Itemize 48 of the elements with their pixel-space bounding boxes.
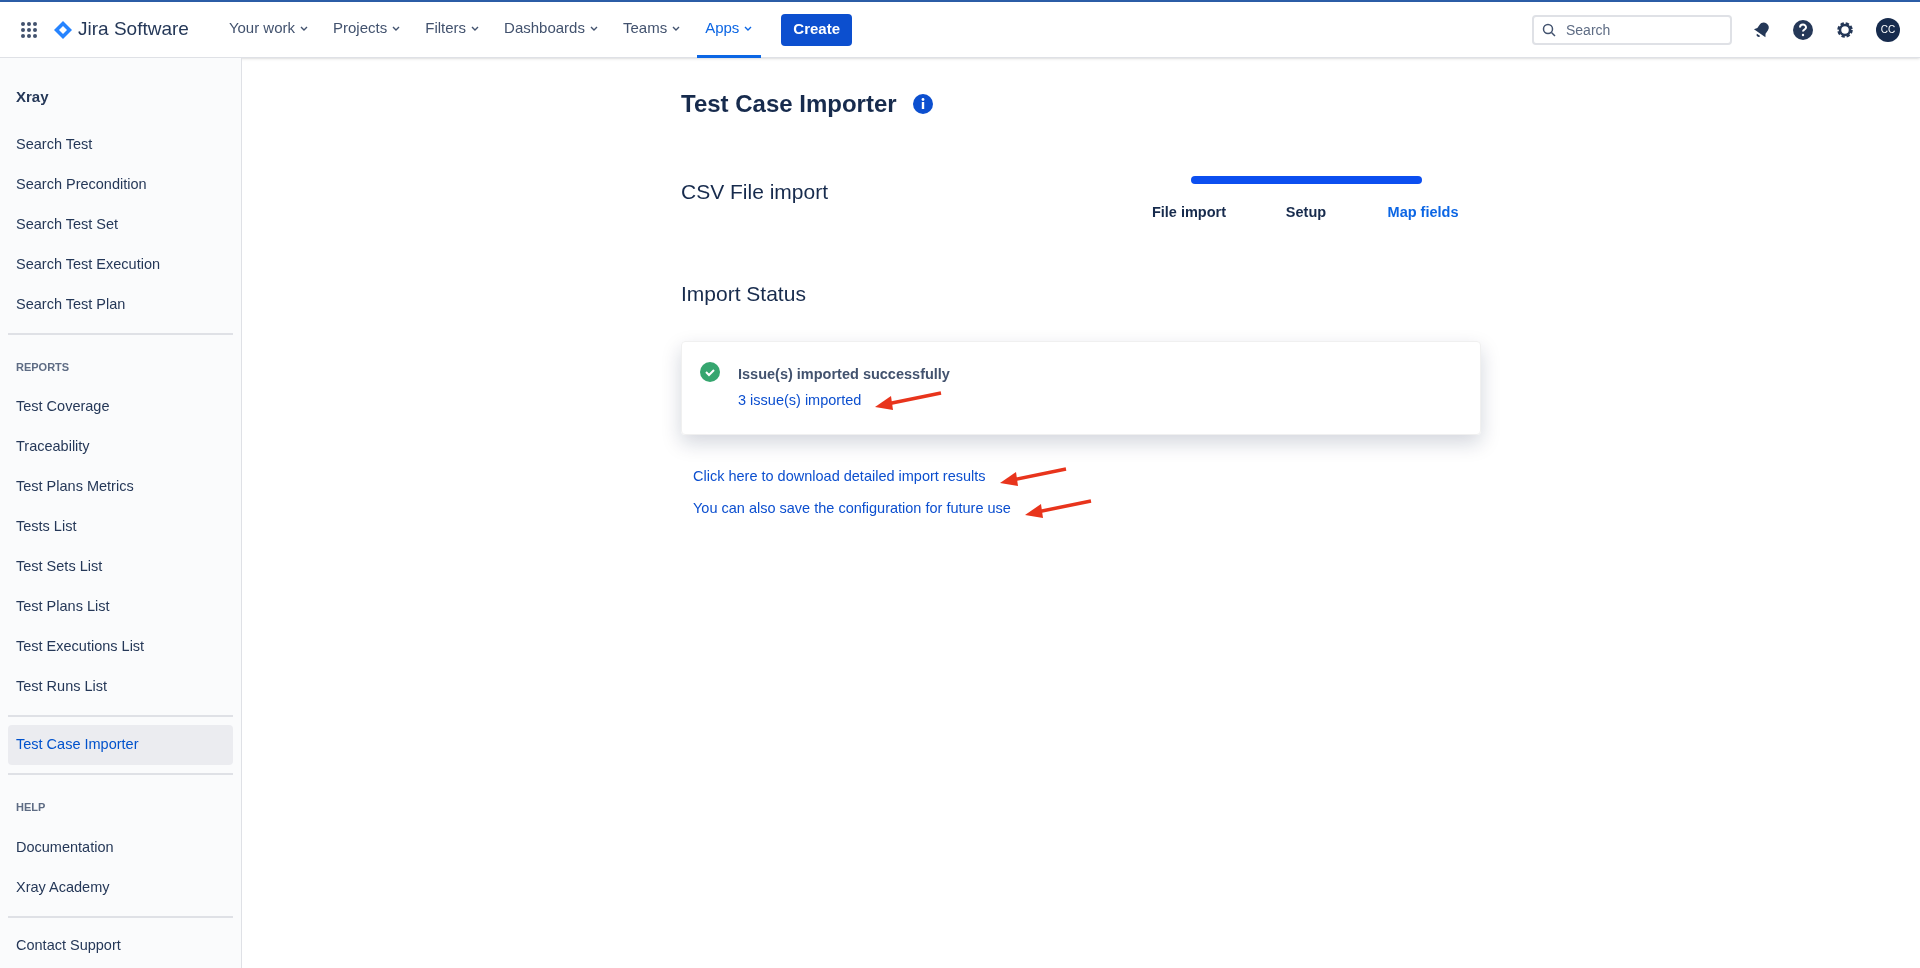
sidebar-item[interactable]: Test Runs List: [8, 667, 233, 707]
imported-issues-link[interactable]: 3 issue(s) imported: [738, 390, 862, 412]
info-icon[interactable]: [912, 94, 933, 114]
user-avatar[interactable]: CC: [1876, 17, 1900, 42]
sidebar-item[interactable]: Search Precondition: [8, 164, 233, 205]
nav-tab[interactable]: Your work: [220, 1, 318, 58]
nav-tab[interactable]: Apps: [697, 1, 762, 58]
sidebar-item[interactable]: Search Test Set: [8, 204, 233, 245]
sidebar-heading: Xray: [15, 87, 50, 107]
sidebar-item[interactable]: Contact Support: [8, 925, 233, 966]
sidebar-item[interactable]: Test Plans List: [8, 587, 233, 627]
sidebar-item[interactable]: Search Test Execution: [8, 244, 233, 285]
sidebar-item[interactable]: Xray Academy: [8, 867, 233, 908]
step-label: File import: [1150, 203, 1228, 222]
sidebar-item[interactable]: Search Test: [8, 124, 233, 165]
sidebar-item[interactable]: Test Sets List: [8, 547, 233, 587]
sidebar-item[interactable]: Traceability: [8, 427, 233, 467]
action-link[interactable]: You can also save the configuration for future use: [693, 498, 1011, 520]
create-button[interactable]: Create: [781, 13, 853, 46]
product-name[interactable]: Jira Software: [78, 15, 189, 44]
page-title: Test Case Importer: [681, 89, 897, 119]
section-title: Import Status: [681, 280, 807, 307]
sidebar-item[interactable]: Tests List: [8, 507, 233, 547]
status-message: Issue(s) imported successfully: [738, 365, 950, 385]
app-grid-icon[interactable]: [20, 20, 38, 39]
annotation-arrow: [873, 390, 944, 412]
sidebar-item[interactable]: Search Test Plan: [8, 284, 233, 325]
nav-tab[interactable]: Filters: [417, 1, 489, 58]
step-label: Map fields: [1386, 203, 1460, 222]
search-field[interactable]: Search: [1532, 14, 1732, 45]
sidebar-item[interactable]: Test Plans Metrics: [8, 467, 233, 507]
help-icon[interactable]: [1792, 18, 1814, 41]
sidebar-item[interactable]: Documentation: [8, 827, 233, 868]
nav-tab[interactable]: Dashboards: [496, 1, 607, 58]
step-label: Setup: [1284, 203, 1328, 222]
success-check-icon: [700, 362, 720, 383]
search-icon: [1542, 22, 1556, 37]
logo-icon: [54, 20, 72, 39]
sidebar-item[interactable]: Test Coverage: [8, 387, 233, 427]
sidebar-section-title: REPORTS: [15, 359, 71, 375]
sidebar-section-title: HELP: [15, 800, 47, 815]
nav-tab[interactable]: Teams: [614, 1, 690, 58]
section-title: CSV File import: [681, 179, 830, 205]
sidebar-item[interactable]: Test Executions List: [8, 627, 233, 667]
notification-bell-icon[interactable]: [1752, 19, 1772, 40]
sidebar-item[interactable]: Test Case Importer: [8, 725, 233, 765]
action-link[interactable]: Click here to download detailed import results: [693, 466, 986, 488]
nav-tab[interactable]: Projects: [325, 1, 410, 58]
